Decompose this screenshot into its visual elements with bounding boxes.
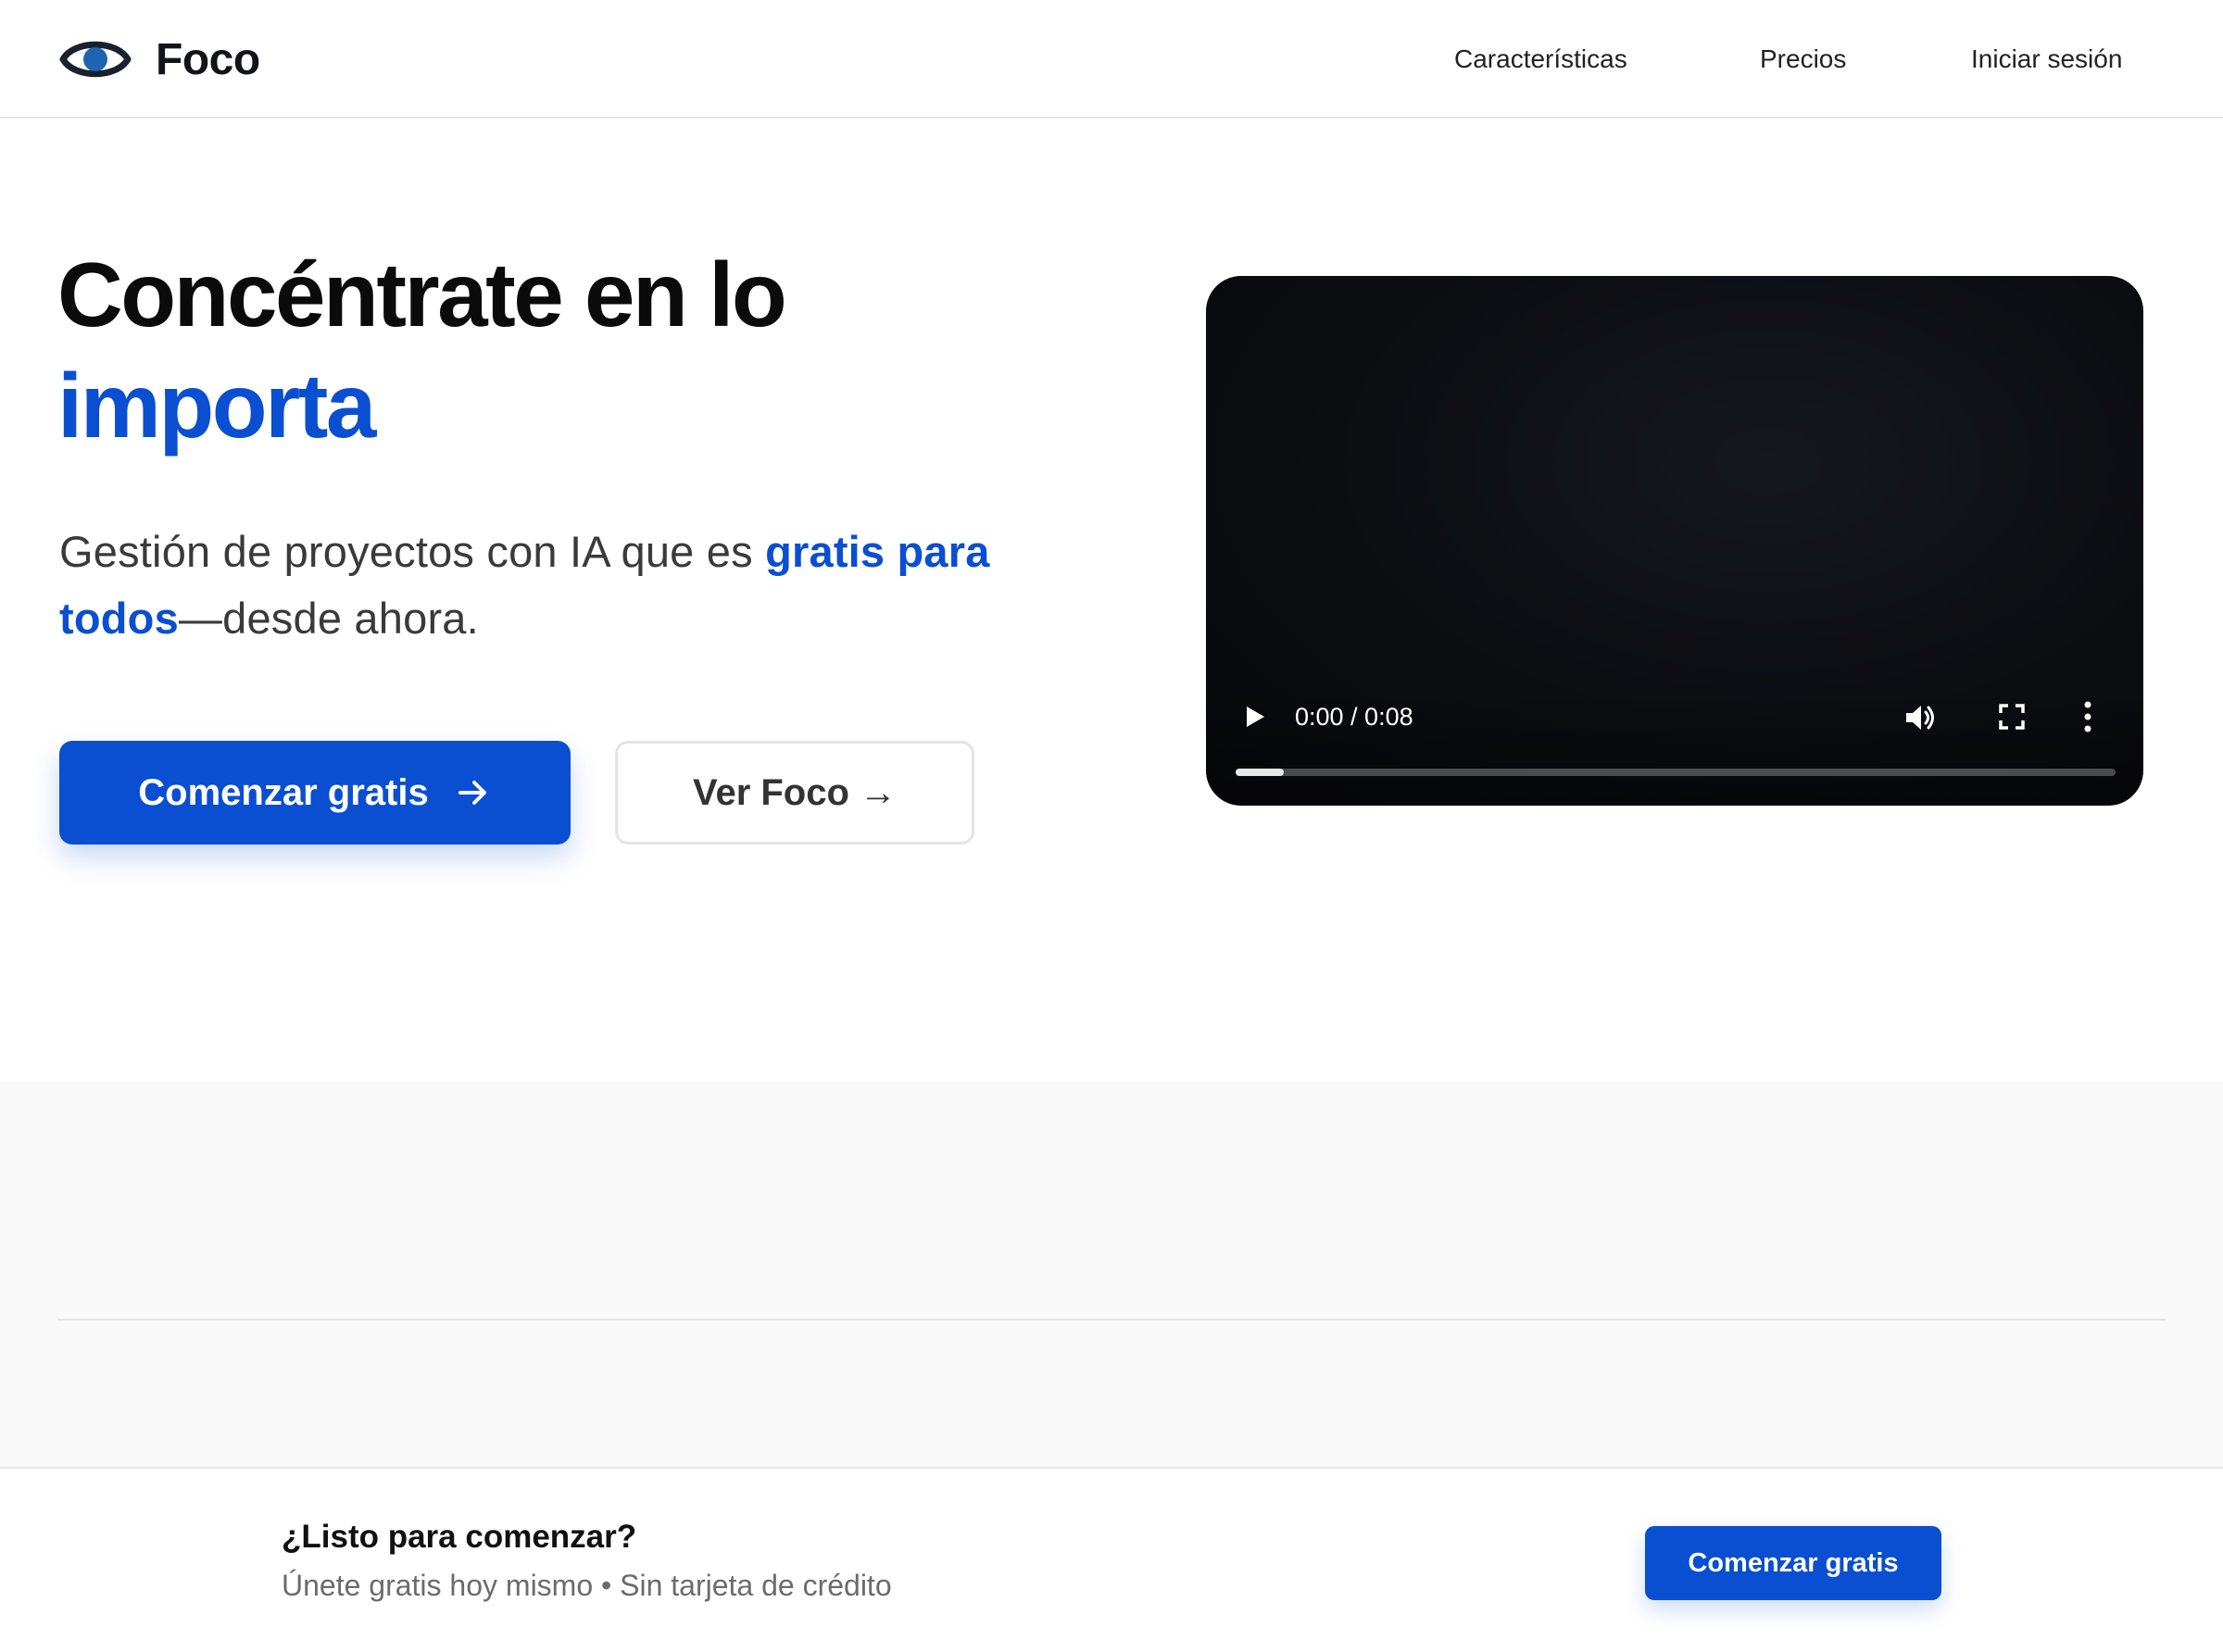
view-foco-button[interactable]: Ver Foco → xyxy=(615,741,974,845)
content-section xyxy=(0,1082,2223,1467)
hero-subtitle: Gestión de proyectos con IA que es grati… xyxy=(59,519,1023,652)
fullscreen-icon[interactable] xyxy=(1997,702,2027,732)
site-header: Foco Características Precios Iniciar ses… xyxy=(0,0,2223,119)
volume-icon[interactable] xyxy=(1903,700,1938,735)
video-time: 0:00 / 0:08 xyxy=(1295,703,1413,731)
start-free-label: Comenzar gratis xyxy=(138,771,429,813)
start-free-button[interactable]: Comenzar gratis xyxy=(59,741,571,845)
hero-subtitle-end: —desde ahora. xyxy=(178,594,479,643)
brand-name: Foco xyxy=(156,34,260,84)
nav-link-iniciar-sesion[interactable]: Iniciar sesión xyxy=(1971,37,2122,81)
cta-start-free-button[interactable]: Comenzar gratis xyxy=(1645,1526,1941,1600)
view-foco-label: Ver Foco → xyxy=(692,771,898,813)
nav-link-caracteristicas[interactable]: Características xyxy=(1454,37,1627,81)
more-vertical-icon[interactable] xyxy=(2082,700,2093,733)
video-controls: 0:00 / 0:08 xyxy=(1206,685,2143,806)
section-divider xyxy=(57,1319,2166,1320)
hero-subtitle-text: Gestión de proyectos con IA que es xyxy=(59,527,766,576)
brand-logo-link[interactable]: Foco xyxy=(59,28,260,91)
hero-title-accent: importa xyxy=(57,355,376,457)
cta-subtitle: Únete gratis hoy mismo • Sin tarjeta de … xyxy=(282,1569,892,1602)
bottom-cta-bar: ¿Listo para comenzar? Únete gratis hoy m… xyxy=(0,1467,2223,1652)
video-progress-bar[interactable] xyxy=(1236,769,2116,776)
hero-title-line: Concéntrate en lo xyxy=(57,244,787,345)
eye-icon xyxy=(59,41,132,78)
hero-title: Concéntrate en lo importa xyxy=(57,239,1076,461)
play-icon[interactable] xyxy=(1241,704,1267,730)
video-progress-fill xyxy=(1236,769,1285,776)
nav-link-precios[interactable]: Precios xyxy=(1760,37,1846,81)
video-player[interactable]: 0:00 / 0:08 xyxy=(1206,276,2143,806)
arrow-right-icon xyxy=(458,781,486,805)
cta-title: ¿Listo para comenzar? xyxy=(282,1519,637,1555)
